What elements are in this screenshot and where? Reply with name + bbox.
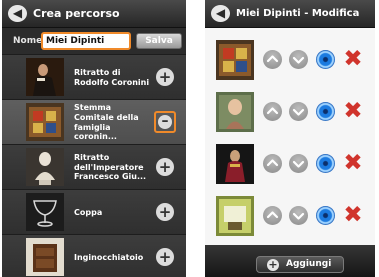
painting-thumbnail-2 [216, 92, 254, 132]
page-title: Crea percorso [33, 7, 120, 20]
create-route-screen: ◀ Crea percorso Nome: Salva Ritratto di … [2, 0, 186, 277]
bottom-toolbar: + Aggiungi [205, 245, 375, 277]
painting-thumbnail-4 [216, 196, 254, 236]
delete-x-icon[interactable]: ✖ [342, 46, 364, 72]
eye-icon[interactable] [316, 206, 335, 225]
add-icon[interactable]: + [156, 158, 174, 176]
edit-route-screen: ◀ Miei Dipinti - Modifica ✖ ✖ ✖ ✖ + Aggi… [205, 0, 375, 277]
delete-x-icon[interactable]: ✖ [342, 202, 364, 228]
back-arrow-icon[interactable]: ◀ [211, 5, 230, 22]
coat-of-arms-thumbnail [26, 103, 64, 141]
list-item-label: Inginocchiatoio [74, 252, 144, 262]
add-button[interactable]: + Aggiungi [256, 256, 344, 273]
header-bar: ◀ Crea percorso [2, 0, 186, 28]
name-bar: Nome: Salva [2, 28, 186, 54]
route-item: ✖ [205, 34, 375, 86]
header-bar: ◀ Miei Dipinti - Modifica [205, 0, 375, 28]
list-item[interactable]: Inginocchiatoio + [2, 234, 186, 277]
move-up-icon[interactable] [263, 154, 282, 173]
save-button[interactable]: Salva [136, 33, 182, 49]
list-item-label: Ritratto dell'Imperatore Francesco Giu..… [74, 153, 147, 182]
add-icon[interactable]: + [156, 203, 174, 221]
move-down-icon[interactable] [289, 206, 308, 225]
route-item: ✖ [205, 86, 375, 138]
move-down-icon[interactable] [289, 102, 308, 121]
cup-thumbnail [26, 193, 64, 231]
remove-icon: – [158, 114, 172, 129]
move-down-icon[interactable] [289, 154, 308, 173]
delete-x-icon[interactable]: ✖ [342, 150, 364, 176]
move-down-icon[interactable] [289, 50, 308, 69]
route-item: ✖ [205, 138, 375, 190]
add-icon[interactable]: + [156, 248, 174, 266]
eye-icon[interactable] [316, 102, 335, 121]
list-item-label: Ritratto di Rodolfo Coronini [74, 67, 150, 87]
list-item[interactable]: Ritratto di Rodolfo Coronini + [2, 54, 186, 99]
back-arrow-icon[interactable]: ◀ [8, 5, 27, 22]
kneeler-thumbnail [26, 238, 64, 276]
artwork-list: Ritratto di Rodolfo Coronini + Stemma Co… [2, 54, 186, 277]
move-up-icon[interactable] [263, 102, 282, 121]
portrait-thumbnail [26, 58, 64, 96]
eye-icon[interactable] [316, 154, 335, 173]
name-input[interactable] [41, 32, 131, 50]
painting-thumbnail-1 [216, 40, 254, 80]
list-item[interactable]: Ritratto dell'Imperatore Francesco Giu..… [2, 144, 186, 189]
plus-icon: + [267, 258, 279, 271]
add-button-label: Aggiungi [286, 259, 332, 269]
list-item-label: Stemma Comitale della famiglia coronin..… [74, 103, 139, 142]
move-up-icon[interactable] [263, 50, 282, 69]
delete-x-icon[interactable]: ✖ [342, 98, 364, 124]
list-item[interactable]: Stemma Comitale della famiglia coronin..… [2, 99, 186, 144]
add-icon[interactable]: + [156, 68, 174, 86]
eye-icon[interactable] [316, 50, 335, 69]
route-item: ✖ [205, 190, 375, 242]
bust-thumbnail [26, 148, 64, 186]
move-up-icon[interactable] [263, 206, 282, 225]
page-title: Miei Dipinti - Modifica [236, 8, 360, 19]
list-item[interactable]: Coppa + [2, 189, 186, 234]
list-item-label: Coppa [74, 207, 103, 217]
remove-button[interactable]: – [154, 111, 176, 133]
painting-thumbnail-3 [216, 144, 254, 184]
